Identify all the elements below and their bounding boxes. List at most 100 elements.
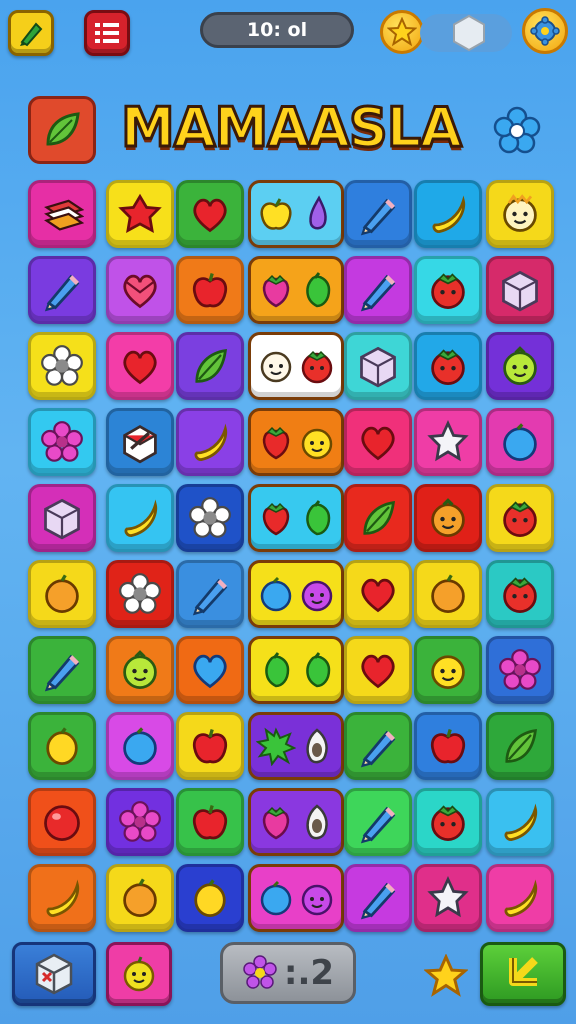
- next-button[interactable]: [480, 942, 566, 1006]
- board-tile[interactable]: [414, 256, 482, 324]
- berry-blue-icon: [503, 423, 537, 461]
- banana-icon: [432, 195, 466, 233]
- board-tile[interactable]: [176, 712, 244, 780]
- face-purple-icon: [301, 884, 332, 916]
- board-tile[interactable]: [28, 408, 96, 476]
- board-tile[interactable]: [486, 256, 554, 324]
- board-tile[interactable]: [486, 408, 554, 476]
- board-tile[interactable]: [344, 484, 412, 552]
- board-tile[interactable]: [414, 712, 482, 780]
- board-tile[interactable]: [414, 408, 482, 476]
- banana-icon: [504, 879, 538, 917]
- board-tile[interactable]: [106, 484, 174, 552]
- leaf-tile-button[interactable]: [28, 96, 96, 164]
- board-tile[interactable]: [176, 560, 244, 628]
- star-bonus-button[interactable]: [423, 953, 469, 998]
- board-tile[interactable]: [344, 332, 412, 400]
- board-tile[interactable]: [28, 256, 96, 324]
- board-tile[interactable]: [414, 560, 482, 628]
- board-tile[interactable]: [486, 332, 554, 400]
- board-tile[interactable]: [106, 180, 174, 248]
- flower-button[interactable]: [490, 104, 544, 158]
- board-tile[interactable]: [176, 636, 244, 704]
- board-tile[interactable]: [106, 256, 174, 324]
- board-tile[interactable]: [486, 636, 554, 704]
- board-tile[interactable]: [344, 712, 412, 780]
- board-tile[interactable]: [176, 332, 244, 400]
- box-icon: [123, 425, 157, 464]
- board-tile[interactable]: [486, 484, 554, 552]
- board-tile[interactable]: [486, 788, 554, 856]
- strawberry-icon: [262, 274, 289, 308]
- cube-button[interactable]: [12, 942, 96, 1006]
- match-pair-tile[interactable]: [248, 712, 344, 780]
- board-tile[interactable]: [486, 560, 554, 628]
- board-tile[interactable]: [28, 180, 96, 248]
- board-tile[interactable]: [106, 864, 174, 932]
- board-tile[interactable]: [28, 712, 96, 780]
- gear-icon: [493, 106, 541, 154]
- yellow-apple-icon: [259, 198, 292, 230]
- edit-button[interactable]: [8, 10, 54, 56]
- board-tile[interactable]: [176, 864, 244, 932]
- board-tile[interactable]: [28, 560, 96, 628]
- board-tile[interactable]: [28, 484, 96, 552]
- match-pair-tile[interactable]: [248, 180, 344, 248]
- apple-icon: [123, 956, 155, 992]
- board-tile[interactable]: [344, 636, 412, 704]
- match-pair-tile[interactable]: [248, 484, 344, 552]
- board-tile[interactable]: [344, 864, 412, 932]
- star-icon: [387, 17, 417, 47]
- board-tile[interactable]: [344, 256, 412, 324]
- face-purple-icon: [301, 580, 332, 612]
- leaf-icon: [505, 728, 537, 763]
- board-tile[interactable]: [414, 788, 482, 856]
- settings-button[interactable]: [522, 8, 568, 54]
- board-tile[interactable]: [28, 788, 96, 856]
- match-pair-tile[interactable]: [248, 636, 344, 704]
- board-tile[interactable]: [176, 788, 244, 856]
- board-tile[interactable]: [106, 408, 174, 476]
- match-pair-tile[interactable]: [248, 864, 344, 932]
- board-tile[interactable]: [486, 864, 554, 932]
- face-icon: [503, 194, 537, 232]
- match-pair-tile[interactable]: [248, 256, 344, 324]
- board-tile[interactable]: [176, 408, 244, 476]
- board-tile[interactable]: [486, 712, 554, 780]
- board-tile[interactable]: [28, 332, 96, 400]
- board-tile[interactable]: [486, 180, 554, 248]
- board-tile[interactable]: [176, 180, 244, 248]
- board-tile[interactable]: [344, 180, 412, 248]
- apple-button[interactable]: [106, 942, 172, 1006]
- hexagon-button[interactable]: [448, 12, 490, 54]
- board-tile[interactable]: [414, 332, 482, 400]
- board-tile[interactable]: [176, 256, 244, 324]
- board-tile[interactable]: [414, 864, 482, 932]
- pencil-icon: [360, 198, 396, 236]
- board-tile[interactable]: [414, 180, 482, 248]
- board-tile[interactable]: [414, 484, 482, 552]
- board-tile[interactable]: [28, 636, 96, 704]
- star-button[interactable]: [380, 10, 424, 54]
- board-tile[interactable]: [106, 788, 174, 856]
- match-pair-tile[interactable]: [248, 332, 344, 400]
- board-tile[interactable]: [344, 788, 412, 856]
- strawberry-red-icon: [262, 426, 289, 460]
- board-tile[interactable]: [344, 408, 412, 476]
- board-tile[interactable]: [176, 484, 244, 552]
- match-pair-tile[interactable]: [248, 788, 344, 856]
- board-tile[interactable]: [28, 864, 96, 932]
- match-pair-tile[interactable]: [248, 560, 344, 628]
- flower-pink-icon: [119, 801, 161, 842]
- board-tile[interactable]: [344, 560, 412, 628]
- match-pair-tile[interactable]: [248, 408, 344, 476]
- board-tile[interactable]: [106, 712, 174, 780]
- board-tile[interactable]: [414, 636, 482, 704]
- grid-menu-icon: [95, 23, 119, 43]
- strawberry-red-icon: [262, 502, 289, 536]
- board-tile[interactable]: [106, 636, 174, 704]
- board-tile[interactable]: [106, 560, 174, 628]
- menu-button[interactable]: [84, 10, 130, 56]
- face-green-icon: [503, 346, 537, 385]
- board-tile[interactable]: [106, 332, 174, 400]
